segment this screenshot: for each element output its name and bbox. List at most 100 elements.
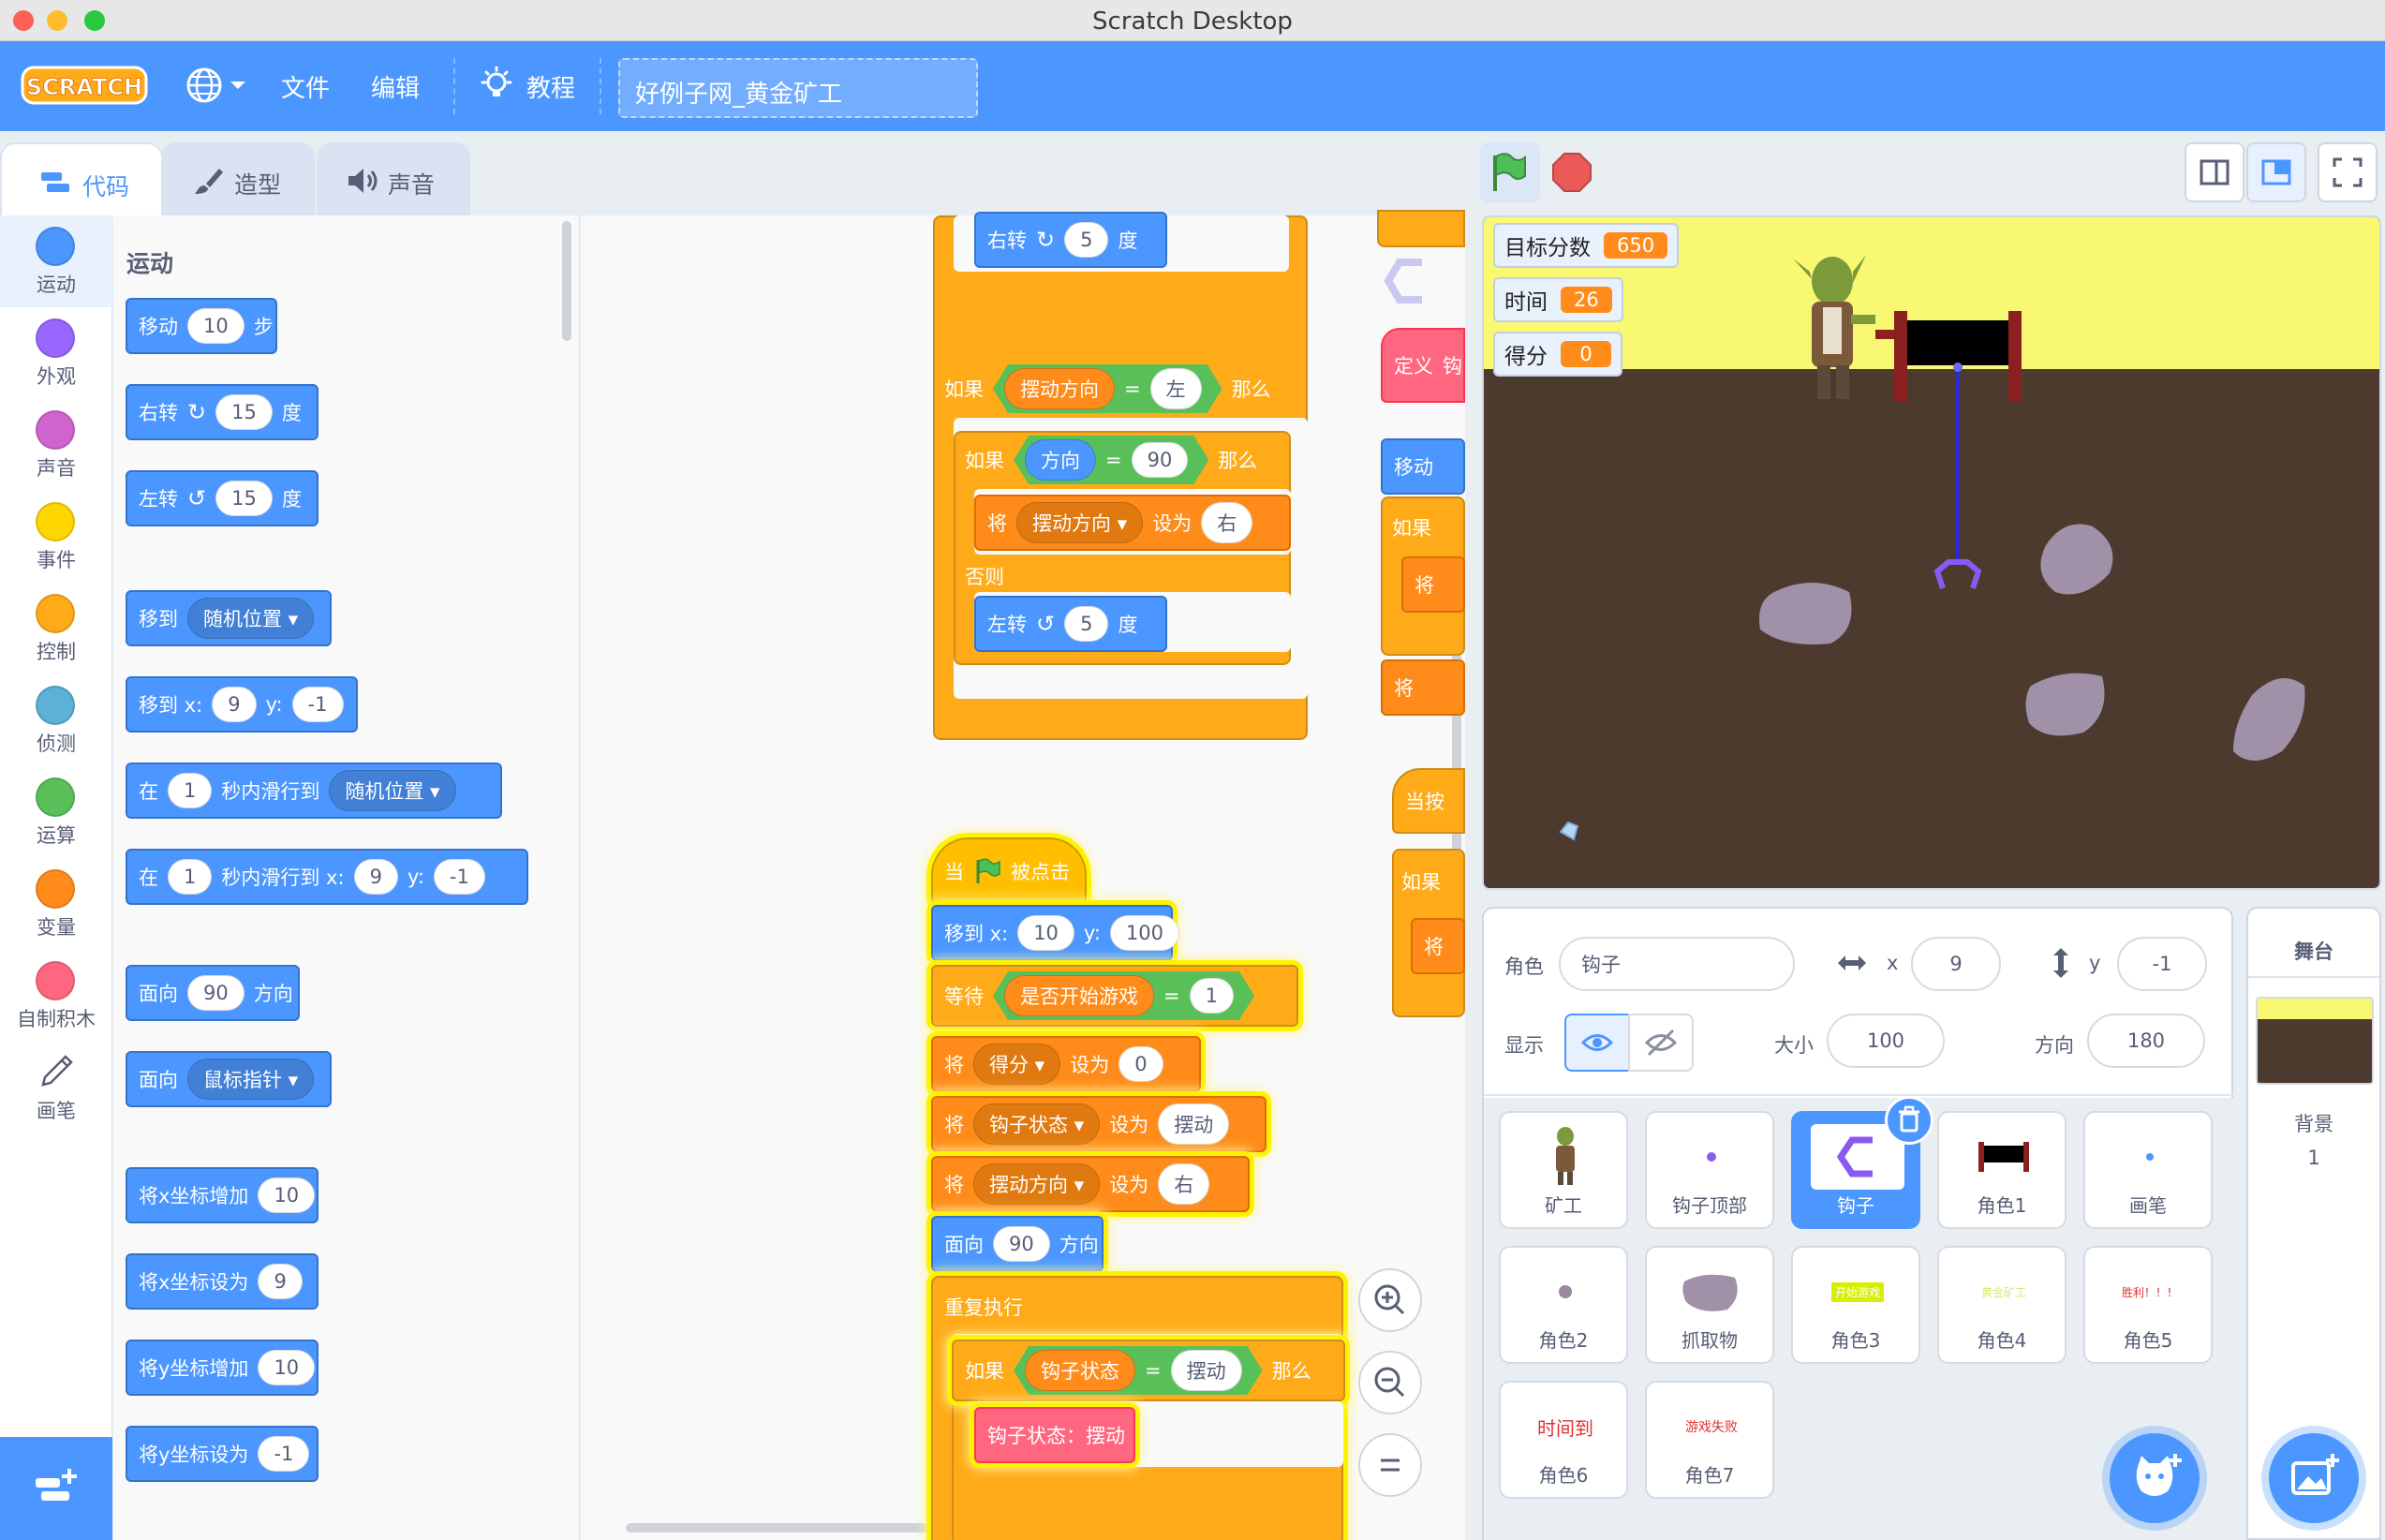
variable-dropdown[interactable]: 钩子状态 ▾ (973, 1103, 1101, 1145)
number-input[interactable]: 10 (187, 308, 244, 344)
set-variable-block[interactable]: 将摆动方向 ▾ 设为右 (974, 495, 1291, 551)
if-direction-block[interactable]: 如果 方向 = 90 那么 (954, 431, 1300, 489)
hide-sprite-button[interactable] (1628, 1014, 1694, 1072)
set-variable-block[interactable]: 将 (1381, 659, 1465, 716)
y-input[interactable]: -1 (291, 687, 344, 722)
point-direction-block[interactable]: 面向 90 方向 (931, 1216, 1104, 1272)
sprite-name-input[interactable]: 钩子 (1559, 937, 1795, 991)
category-pen[interactable]: 画笔 (0, 1042, 112, 1133)
zoom-out-button[interactable] (1358, 1351, 1422, 1414)
stage-canvas[interactable]: 目标分数 650 时间 26 得分 0 (1482, 215, 2381, 890)
x-position-input[interactable]: 9 (1911, 937, 2001, 991)
sprite-tile-pen[interactable]: 画笔 (2083, 1111, 2213, 1229)
move-steps-block[interactable]: 移动 10 步 (126, 298, 277, 354)
stop-button[interactable] (1549, 150, 1594, 195)
zoom-reset-button[interactable] (1358, 1433, 1422, 1497)
cut-off-block[interactable] (1377, 210, 1465, 247)
x-input[interactable]: 9 (353, 859, 398, 895)
tab-costumes[interactable]: 造型 (161, 142, 315, 217)
direction-input[interactable]: 90 (993, 1226, 1050, 1262)
number-input[interactable]: 15 (215, 481, 273, 516)
category-motion[interactable]: 运动 (0, 215, 112, 307)
set-score-block[interactable]: 将得分 ▾ 设为 0 (931, 1036, 1201, 1092)
choose-sprite-button[interactable] (2110, 1433, 2200, 1523)
target-dropdown[interactable]: 鼠标指针 ▾ (187, 1059, 315, 1100)
delete-sprite-button[interactable] (1885, 1096, 1933, 1145)
category-variables[interactable]: 变量 (0, 858, 112, 950)
sprite-tile-role5[interactable]: 胜利！！！ 角色5 (2083, 1246, 2213, 1364)
tab-code[interactable]: 代码 (0, 142, 163, 217)
turn-left-block[interactable]: 左转 ↺ 5 度 (974, 596, 1167, 652)
edit-menu[interactable]: 编辑 (371, 69, 420, 104)
number-input[interactable]: 9 (258, 1264, 303, 1299)
sprite-tile-role2[interactable]: 角色2 (1499, 1246, 1628, 1364)
category-control[interactable]: 控制 (0, 583, 112, 674)
set-y-block[interactable]: 将y坐标设为 -1 (126, 1426, 318, 1482)
file-menu[interactable]: 文件 (281, 69, 330, 104)
category-sound[interactable]: 声音 (0, 399, 112, 491)
set-x-block[interactable]: 将x坐标设为 9 (126, 1253, 318, 1310)
glide-xy-block[interactable]: 在 1 秒内滑行到 x: 9 y: -1 (126, 849, 528, 905)
y-input[interactable]: -1 (433, 859, 485, 895)
y-position-input[interactable]: -1 (2117, 937, 2207, 991)
if-hook-state-block[interactable]: 如果 钩子状态 = 摆动 那么 (952, 1340, 1345, 1401)
target-dropdown[interactable]: 随机位置 ▾ (187, 598, 315, 639)
goto-block[interactable]: 移到 随机位置 ▾ (126, 590, 332, 646)
equals-operator[interactable]: 钩子状态 = 摆动 (1014, 1346, 1263, 1395)
sprite-tile-miner[interactable]: 矿工 (1499, 1111, 1628, 1229)
number-input[interactable]: 15 (215, 394, 273, 430)
x-input[interactable]: 10 (1017, 915, 1074, 951)
add-extension-button[interactable] (0, 1437, 112, 1540)
define-block[interactable]: 定义钩 (1381, 328, 1465, 403)
number-input[interactable]: 5 (1064, 222, 1109, 258)
direction-input[interactable]: 180 (2087, 1014, 2205, 1068)
point-direction-block[interactable]: 面向 90 方向 (126, 965, 300, 1021)
choose-backdrop-button[interactable] (2269, 1433, 2359, 1523)
number-input[interactable]: -1 (258, 1436, 310, 1472)
sprite-tile-role1[interactable]: 角色1 (1937, 1111, 2067, 1229)
sprite-tile-role6[interactable]: 时间到 角色6 (1499, 1381, 1628, 1499)
goto-xy-block[interactable]: 移到 x: 10 y: 100 (931, 905, 1179, 961)
seconds-input[interactable]: 1 (168, 773, 213, 808)
equals-operator[interactable]: 方向 = 90 (1014, 436, 1208, 484)
category-events[interactable]: 事件 (0, 491, 112, 583)
category-operators[interactable]: 运算 (0, 766, 112, 858)
palette-scrollbar[interactable] (562, 221, 571, 341)
goto-xy-block[interactable]: 移到 x: 9 y: -1 (126, 676, 358, 733)
number-input[interactable]: 10 (258, 1177, 316, 1213)
target-dropdown[interactable]: 随机位置 ▾ (329, 770, 456, 811)
backdrop-thumbnail[interactable] (2256, 997, 2374, 1085)
move-block[interactable]: 移动 (1381, 438, 1465, 495)
set-variable-block[interactable]: 将 (1401, 556, 1465, 613)
set-swing-direction-block[interactable]: 将摆动方向 ▾ 设为右 (931, 1156, 1250, 1212)
x-input[interactable]: 9 (212, 687, 257, 722)
set-variable-block[interactable]: 将 (1411, 918, 1465, 974)
wait-until-block[interactable]: 等待 是否开始游戏 = 1 (931, 965, 1298, 1027)
turn-right-block[interactable]: 右转 ↻ 5 度 (974, 212, 1167, 268)
normal-stage-button[interactable] (2246, 142, 2306, 202)
when-flag-clicked-hat[interactable]: 当 被点击 (931, 837, 1087, 905)
change-y-block[interactable]: 将y坐标增加 10 (126, 1340, 318, 1396)
scratch-logo[interactable]: SCRATCH (21, 64, 148, 107)
seconds-input[interactable]: 1 (168, 859, 213, 895)
tab-sounds[interactable]: 声音 (317, 142, 470, 217)
lightbulb-icon[interactable] (478, 66, 515, 103)
variable-dropdown[interactable]: 得分 ▾ (973, 1044, 1061, 1085)
sprite-tile-hook-top[interactable]: 钩子顶部 (1645, 1111, 1774, 1229)
change-x-block[interactable]: 将x坐标增加 10 (126, 1167, 318, 1223)
number-input[interactable]: 5 (1064, 606, 1109, 642)
language-menu[interactable] (185, 64, 253, 107)
equals-operator[interactable]: 是否开始游戏 = 1 (993, 971, 1254, 1020)
glide-block[interactable]: 在 1 秒内滑行到 随机位置 ▾ (126, 763, 502, 819)
direction-input[interactable]: 90 (187, 975, 244, 1011)
category-looks[interactable]: 外观 (0, 307, 112, 399)
variable-dropdown[interactable]: 摆动方向 ▾ (1016, 502, 1144, 543)
sprite-tile-role7[interactable]: 游戏失败 角色7 (1645, 1381, 1774, 1499)
when-key-pressed-hat[interactable]: 当按 (1392, 768, 1465, 834)
show-sprite-button[interactable] (1564, 1014, 1630, 1072)
set-hook-state-block[interactable]: 将钩子状态 ▾ 设为 摆动 (931, 1096, 1267, 1152)
size-input[interactable]: 100 (1827, 1014, 1945, 1068)
category-sensing[interactable]: 侦测 (0, 674, 112, 766)
project-title-input[interactable]: 好例子网_黄金矿工 (618, 58, 978, 118)
fullscreen-button[interactable] (2318, 142, 2378, 202)
